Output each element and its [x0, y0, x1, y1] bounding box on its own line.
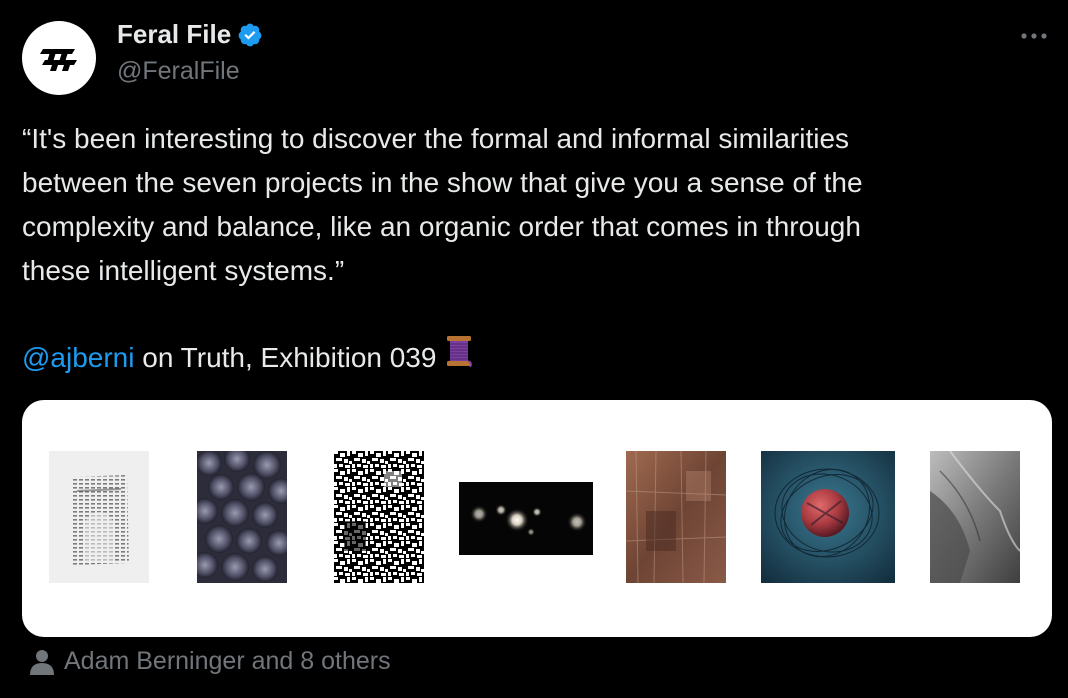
verified-badge-icon [237, 22, 263, 48]
more-options-icon[interactable] [1016, 26, 1052, 46]
artwork-5-image [626, 451, 726, 583]
tweet-text-line: between the seven projects in the show t… [22, 167, 863, 198]
tweet-text-line: complexity and balance, like an organic … [22, 211, 861, 242]
tagged-people[interactable]: Adam Berninger and 8 others [30, 647, 391, 676]
artwork-2[interactable] [197, 451, 287, 583]
artwork-3[interactable] [334, 451, 424, 583]
artwork-1[interactable] [49, 451, 149, 583]
author-handle[interactable]: @FeralFile [117, 57, 240, 86]
artwork-4-image [459, 482, 593, 555]
artwork-7[interactable] [930, 451, 1020, 583]
artwork-5[interactable] [626, 451, 726, 583]
author-name[interactable]: Feral File [117, 19, 263, 50]
tweet-mention-line: @ajberni on Truth, Exhibition 039 [22, 334, 474, 381]
artwork-2-image [197, 451, 287, 583]
tweet-text: “It's been interesting to discover the f… [22, 117, 1022, 293]
tweet-text-line: “It's been interesting to discover the f… [22, 123, 850, 154]
tagged-people-label: Adam Berninger and 8 others [64, 647, 391, 675]
artwork-3-image [334, 451, 424, 583]
person-icon [30, 649, 54, 675]
artwork-7-image [930, 451, 1020, 583]
artwork-1-image [49, 451, 149, 583]
mention-suffix-text: on Truth, Exhibition 039 [134, 341, 437, 373]
artwork-6[interactable] [761, 451, 895, 583]
tweet-text-line: these intelligent systems.” [22, 255, 345, 286]
mention-link[interactable]: @ajberni [22, 336, 134, 380]
feral-file-logo-icon [40, 49, 77, 71]
artwork-4[interactable] [459, 482, 593, 555]
avatar[interactable] [22, 21, 96, 95]
spool-of-thread-emoji-icon [444, 334, 474, 381]
media-card[interactable] [22, 400, 1052, 637]
author-display-name: Feral File [117, 19, 232, 49]
artwork-6-image [761, 451, 895, 583]
